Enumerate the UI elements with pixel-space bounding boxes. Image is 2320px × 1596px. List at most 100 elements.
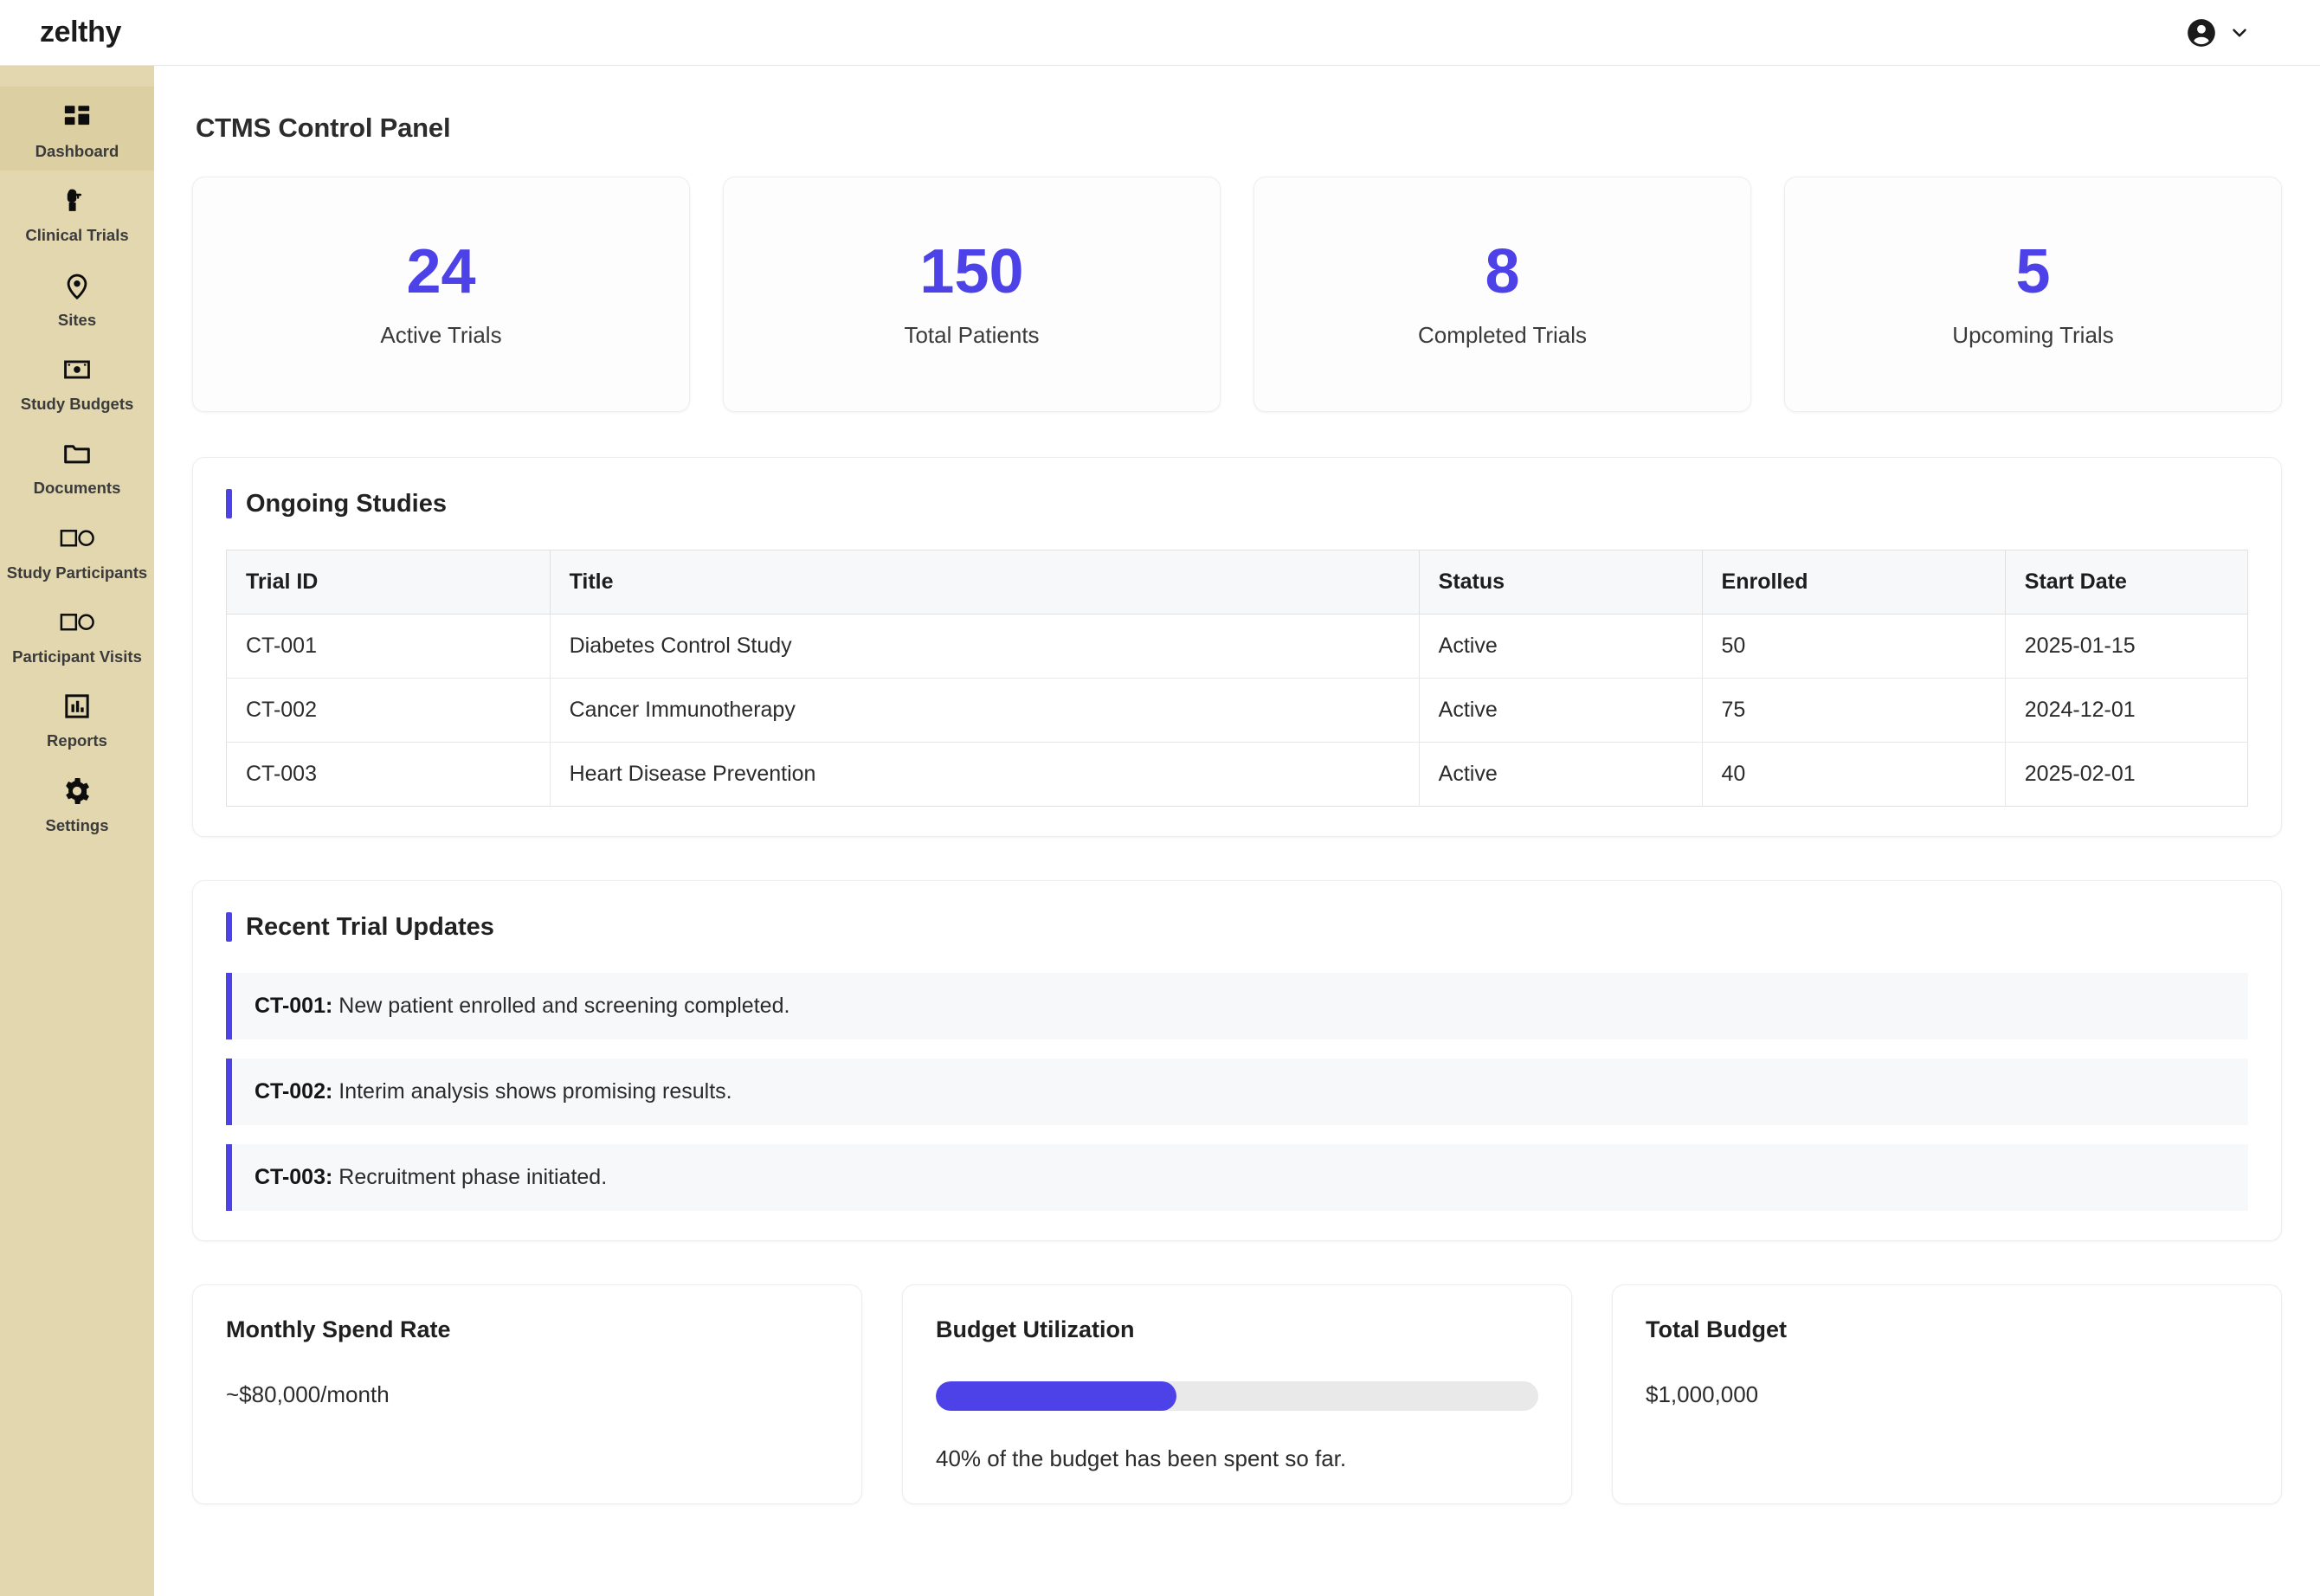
budget-progress-bar — [936, 1381, 1538, 1411]
list-item[interactable]: CT-003: Recruitment phase initiated. — [226, 1144, 2248, 1211]
cell-status: Active — [1418, 742, 1703, 807]
cell-start-date: 2025-01-15 — [2004, 614, 2248, 679]
accent-bar-icon — [226, 912, 232, 942]
sidebar-item-label: Sites — [57, 310, 97, 329]
brand-logo[interactable]: zelthy — [40, 16, 121, 49]
cell-trial-id: CT-001 — [226, 614, 551, 679]
sidebar-item-reports[interactable]: Reports — [0, 676, 154, 760]
table-body: CT-001 Diabetes Control Study Active 50 … — [226, 614, 2248, 807]
square-circle-icon — [60, 520, 94, 557]
ongoing-studies-table: Trial ID Title Status Enrolled Start Dat… — [226, 550, 2248, 807]
column-header-start-date[interactable]: Start Date — [2004, 550, 2248, 615]
table-header-row: Trial ID Title Status Enrolled Start Dat… — [226, 550, 2248, 615]
cell-title: Diabetes Control Study — [549, 614, 1420, 679]
sidebar-item-participant-visits[interactable]: Participant Visits — [0, 592, 154, 676]
stat-label: Completed Trials — [1417, 321, 1588, 348]
body-row: Dashboard Clinical Trials Sites Study Bu… — [0, 66, 2320, 1596]
table-row[interactable]: CT-002 Cancer Immunotherapy Active 75 20… — [226, 678, 2248, 743]
card-title: Monthly Spend Rate — [226, 1316, 451, 1342]
cell-enrolled: 50 — [1701, 614, 2006, 679]
cell-title: Cancer Immunotherapy — [549, 678, 1420, 743]
square-circle-icon — [60, 604, 94, 640]
sidebar-item-label: Clinical Trials — [25, 226, 129, 245]
cell-enrolled: 40 — [1701, 742, 2006, 807]
total-budget-card: Total Budget $1,000,000 — [1612, 1284, 2282, 1504]
sidebar-item-study-budgets[interactable]: Study Budgets — [0, 339, 154, 423]
clinical-trials-icon — [62, 183, 92, 219]
sidebar-item-label: Documents — [33, 479, 121, 498]
stat-label: Upcoming Trials — [1952, 321, 2114, 348]
table-row[interactable]: CT-001 Diabetes Control Study Active 50 … — [226, 614, 2248, 679]
gear-icon — [61, 773, 93, 809]
column-header-title[interactable]: Title — [549, 550, 1420, 615]
section-title: Ongoing Studies — [246, 489, 447, 518]
ongoing-studies-panel: Ongoing Studies Trial ID Title Status En… — [192, 457, 2282, 837]
column-header-enrolled[interactable]: Enrolled — [1701, 550, 2006, 615]
update-text: Recruitment phase initiated. — [332, 1165, 608, 1189]
update-text: Interim analysis shows promising results… — [332, 1079, 732, 1104]
sidebar-item-label: Settings — [45, 815, 109, 834]
stat-value: 5 — [2015, 236, 2051, 306]
top-bar: zelthy — [0, 0, 2320, 66]
map-pin-icon — [62, 267, 92, 304]
sidebar-item-dashboard[interactable]: Dashboard — [0, 87, 154, 171]
cell-trial-id: CT-003 — [226, 742, 551, 807]
sidebar-item-label: Reports — [47, 731, 107, 750]
sidebar-item-label: Participant Visits — [12, 647, 142, 666]
stat-label: Active Trials — [380, 321, 502, 348]
cell-start-date: 2025-02-01 — [2004, 742, 2248, 807]
total-budget-value: $1,000,000 — [1646, 1381, 1759, 1407]
sidebar-item-study-participants[interactable]: Study Participants — [0, 508, 154, 592]
stat-card-completed-trials: 8 Completed Trials — [1253, 177, 1751, 412]
cell-start-date: 2024-12-01 — [2004, 678, 2248, 743]
folder-icon — [62, 435, 92, 472]
sidebar-item-sites[interactable]: Sites — [0, 255, 154, 339]
update-text: New patient enrolled and screening compl… — [332, 994, 790, 1018]
sidebar-item-label: Dashboard — [35, 142, 119, 160]
table-row[interactable]: CT-003 Heart Disease Prevention Active 4… — [226, 742, 2248, 807]
account-circle-icon — [2185, 16, 2218, 49]
cell-trial-id: CT-002 — [226, 678, 551, 743]
sidebar-item-label: Study Participants — [6, 563, 148, 582]
sidebar: Dashboard Clinical Trials Sites Study Bu… — [0, 66, 154, 1596]
cell-enrolled: 75 — [1701, 678, 2006, 743]
accent-bar-icon — [226, 489, 232, 518]
stats-row: 24 Active Trials 150 Total Patients 8 Co… — [192, 177, 2282, 412]
main-content: CTMS Control Panel 24 Active Trials 150 … — [154, 66, 2320, 1596]
update-trial-id: CT-001: — [255, 994, 333, 1018]
list-item[interactable]: CT-002: Interim analysis shows promising… — [226, 1059, 2248, 1125]
banknote-icon — [62, 351, 92, 388]
budget-utilization-card: Budget Utilization 40% of the budget has… — [902, 1284, 1572, 1504]
stat-value: 150 — [919, 236, 1024, 306]
ongoing-studies-heading: Ongoing Studies — [226, 489, 2248, 518]
column-header-trial-id[interactable]: Trial ID — [226, 550, 551, 615]
stat-label: Total Patients — [904, 321, 1040, 348]
user-menu-button[interactable] — [2185, 16, 2289, 49]
sidebar-item-settings[interactable]: Settings — [0, 761, 154, 845]
page-title: CTMS Control Panel — [196, 113, 451, 143]
table-head: Trial ID Title Status Enrolled Start Dat… — [226, 550, 2248, 615]
dashboard-grid-icon — [62, 99, 92, 135]
cell-title: Heart Disease Prevention — [549, 742, 1420, 807]
stat-card-upcoming-trials: 5 Upcoming Trials — [1784, 177, 2282, 412]
recent-updates-panel: Recent Trial Updates CT-001: New patient… — [192, 880, 2282, 1241]
stat-value: 8 — [1485, 236, 1520, 306]
sidebar-item-label: Study Budgets — [20, 395, 134, 414]
monthly-spend-card: Monthly Spend Rate ~$80,000/month — [192, 1284, 862, 1504]
monthly-spend-value: ~$80,000/month — [226, 1381, 390, 1407]
sidebar-item-documents[interactable]: Documents — [0, 423, 154, 507]
stat-value: 24 — [406, 236, 476, 306]
budget-progress-note: 40% of the budget has been spent so far. — [936, 1445, 1347, 1471]
card-title: Total Budget — [1646, 1316, 1787, 1342]
column-header-status[interactable]: Status — [1418, 550, 1703, 615]
stat-card-active-trials: 24 Active Trials — [192, 177, 690, 412]
stat-card-total-patients: 150 Total Patients — [723, 177, 1221, 412]
update-trial-id: CT-003: — [255, 1165, 333, 1189]
budget-row: Monthly Spend Rate ~$80,000/month Budget… — [192, 1284, 2282, 1504]
update-trial-id: CT-002: — [255, 1079, 333, 1104]
cell-status: Active — [1418, 678, 1703, 743]
chevron-down-icon — [2228, 22, 2251, 44]
sidebar-item-clinical-trials[interactable]: Clinical Trials — [0, 171, 154, 254]
cell-status: Active — [1418, 614, 1703, 679]
list-item[interactable]: CT-001: New patient enrolled and screeni… — [226, 973, 2248, 1039]
